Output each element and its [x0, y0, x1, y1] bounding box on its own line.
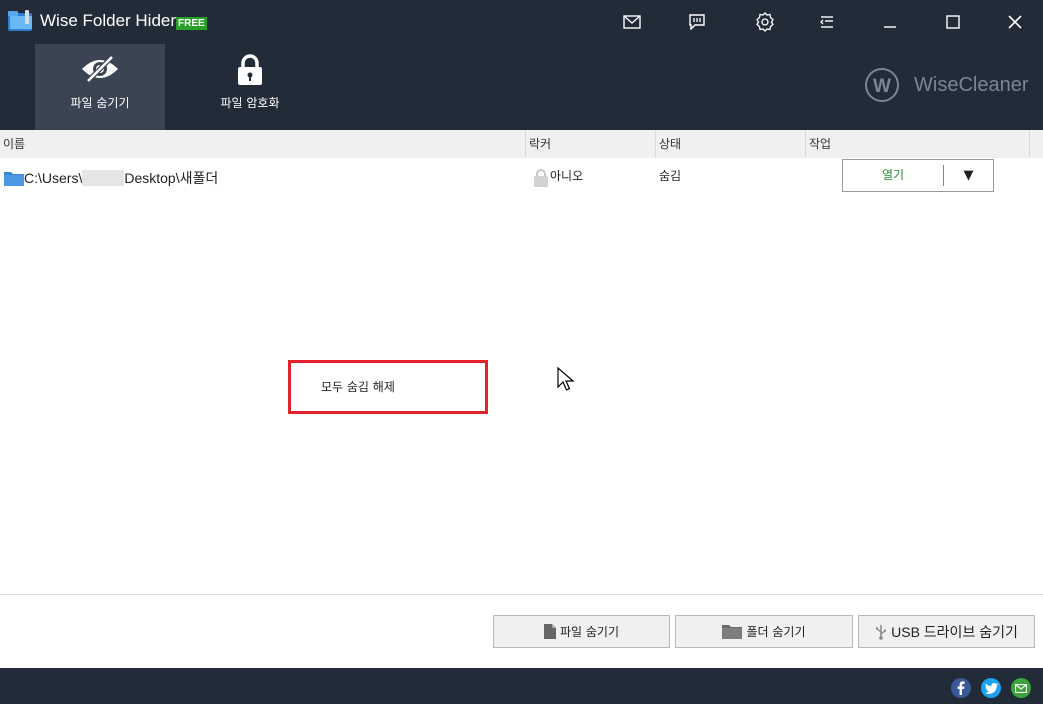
maximize-icon [946, 15, 960, 29]
context-menu: 모두 숨김 해제 [288, 360, 488, 414]
status-value: 숨김 [659, 169, 682, 183]
lock-icon [534, 169, 548, 187]
folder-icon [4, 172, 24, 186]
redacted-username [82, 170, 125, 186]
mail-button[interactable] [616, 8, 648, 36]
twitter-icon [984, 682, 998, 694]
folder-icon [722, 625, 743, 639]
free-badge: FREE [176, 17, 207, 30]
app-logo-icon [8, 10, 32, 31]
hide-folder-button[interactable]: 폴더 숨기기 [675, 615, 853, 648]
close-icon [1008, 15, 1022, 29]
action-dropdown-button[interactable]: ▼ [944, 160, 993, 191]
mail-icon [623, 15, 641, 29]
facebook-button[interactable] [951, 678, 971, 698]
tab-hide-file[interactable]: 파일 숨기기 [35, 44, 165, 130]
locker-value: 아니오 [550, 169, 584, 183]
facebook-icon [957, 681, 965, 695]
table-header: 이름 락커 상태 작업 [0, 130, 1043, 158]
menu-icon [820, 16, 833, 28]
wisecleaner-logo[interactable]: W WiseCleaner [864, 67, 1032, 103]
maximize-button[interactable] [937, 8, 969, 36]
brand-name: WiseCleaner [914, 74, 1029, 96]
file-icon [543, 624, 556, 639]
tab-label: 파일 암호화 [220, 96, 280, 110]
settings-icon [756, 12, 774, 32]
bottom-divider [0, 594, 1043, 595]
hide-file-button[interactable]: 파일 숨기기 [493, 615, 670, 648]
tab-encrypt-file[interactable]: 파일 암호화 [185, 44, 315, 130]
app-header: Wise Folder Hider FREE 파일 숨기기 파일 암호화 W W… [0, 0, 1043, 130]
column-header-action[interactable]: 작업 [806, 130, 1030, 158]
twitter-button[interactable] [981, 678, 1001, 698]
feedback-icon [689, 14, 705, 30]
hide-usb-drive-button[interactable]: USB 드라이브 숨기기 [858, 615, 1035, 648]
app-title: Wise Folder Hider [40, 11, 177, 30]
menu-button[interactable] [811, 8, 843, 36]
usb-icon [875, 624, 887, 640]
close-button[interactable] [999, 8, 1031, 36]
file-path: C:\Users\ Desktop\새폴더 [24, 170, 219, 186]
button-label: 폴더 숨기기 [746, 625, 806, 639]
minimize-button[interactable] [874, 8, 906, 36]
open-button[interactable]: 열기 [843, 160, 943, 191]
action-split-button: 열기 ▼ [842, 159, 994, 192]
footer-bar [0, 668, 1043, 704]
mouse-cursor-icon [557, 367, 575, 391]
button-label: USB 드라이브 숨기기 [891, 623, 1018, 640]
table-row[interactable]: C:\Users\ Desktop\새폴더 아니오 숨김 열기 ▼ [0, 158, 1043, 194]
email-button[interactable] [1011, 678, 1031, 698]
unhide-all-menu-item[interactable]: 모두 숨김 해제 [321, 378, 395, 395]
column-header-name[interactable]: 이름 [0, 130, 526, 158]
minimize-icon [884, 26, 896, 28]
column-header-locker[interactable]: 락커 [526, 130, 656, 158]
email-icon [1015, 683, 1027, 693]
button-label: 파일 숨기기 [559, 625, 619, 639]
title-bar: Wise Folder Hider FREE [0, 0, 1043, 44]
wisecleaner-logo-icon: W [865, 68, 899, 102]
feedback-button[interactable] [681, 8, 713, 36]
lock-icon [238, 54, 262, 85]
svg-text:W: W [873, 76, 891, 97]
tab-label: 파일 숨기기 [70, 96, 130, 110]
column-header-status[interactable]: 상태 [656, 130, 806, 158]
settings-button[interactable] [749, 8, 781, 36]
eye-slash-icon [82, 55, 118, 83]
